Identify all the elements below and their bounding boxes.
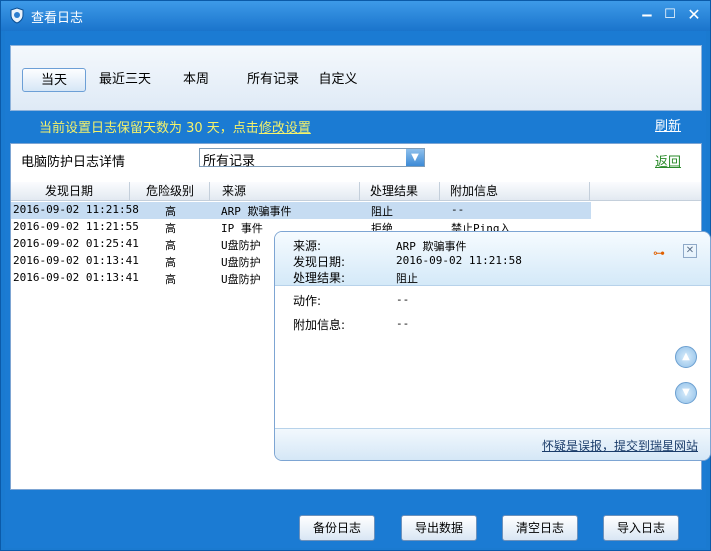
tab-this-week[interactable]: 本周 (171, 68, 221, 92)
import-log-button[interactable]: 导入日志 (603, 515, 679, 541)
pin-icon[interactable]: ⊶ (653, 246, 671, 260)
maximize-icon[interactable]: ☐ (660, 5, 680, 25)
source-cell: IP 事件 (221, 222, 263, 235)
date-cell: 2016-09-02 11:21:58 (13, 203, 139, 216)
clear-log-button[interactable]: 清空日志 (502, 515, 578, 541)
detail-date-label: 发现日期: (293, 255, 346, 269)
detail-date-value: 2016-09-02 11:21:58 (396, 254, 522, 267)
detail-action-value: -- (396, 293, 410, 306)
level-cell: 高 (165, 256, 176, 269)
source-cell: U盘防护 (221, 273, 261, 286)
date-cell: 2016-09-02 11:21:55 (13, 220, 139, 233)
log-detail-popup: 来源: ARP 欺骗事件 发现日期: 2016-09-02 11:21:58 处… (274, 231, 711, 461)
column-header[interactable]: 危险级别 (130, 182, 210, 201)
table-row[interactable]: 2016-09-02 11:21:58 高 ARP 欺骗事件 阻止 -- (11, 202, 591, 219)
date-cell: 2016-09-02 01:25:41 (13, 237, 139, 250)
detail-footer: 怀疑是误报，提交到瑞星网站 (275, 428, 710, 460)
detail-action-label: 动作: (293, 294, 322, 308)
column-header[interactable]: 发现日期 (11, 182, 130, 201)
level-cell: 高 (165, 273, 176, 286)
client-area: 当天 最近三天 本周 所有记录 自定义 当前设置日志保留天数为 30 天，点击修… (5, 31, 711, 548)
chevron-down-icon[interactable]: ▼ (406, 149, 424, 166)
detail-result-label: 处理结果: (293, 271, 346, 285)
tab-all-records[interactable]: 所有记录 (233, 68, 313, 92)
panel-title: 电脑防护日志详情 (21, 155, 126, 170)
back-link[interactable]: 返回 (655, 151, 681, 170)
detail-result-value: 阻止 (396, 272, 418, 285)
tab-today[interactable]: 当天 (22, 68, 86, 92)
detail-source-value: ARP 欺骗事件 (396, 240, 467, 253)
date-cell: 2016-09-02 01:13:41 (13, 254, 139, 267)
retention-notice-text: 当前设置日志保留天数为 30 天，点击 (39, 121, 259, 136)
source-cell: ARP 欺骗事件 (221, 205, 292, 218)
shield-icon (10, 7, 24, 24)
scroll-down-icon[interactable]: ▼ (675, 382, 697, 404)
result-cell: 阻止 (371, 205, 393, 218)
info-cell: -- (451, 203, 465, 216)
refresh-link[interactable]: 刷新 (655, 115, 681, 134)
window-title: 查看日志 (31, 11, 84, 26)
scroll-up-icon[interactable]: ▲ (675, 346, 697, 368)
log-viewer-window: 查看日志 ‒ ☐ ✕ 当天 最近三天 本周 所有记录 自定义 当前设置日志保留天… (0, 0, 711, 551)
date-filter-tabs: 当天 最近三天 本周 所有记录 自定义 (10, 45, 702, 111)
source-cell: U盘防护 (221, 256, 261, 269)
detail-extra-value: -- (396, 317, 410, 330)
column-header[interactable]: 来源 (210, 182, 360, 201)
minimize-icon[interactable]: ‒ (637, 5, 657, 25)
detail-header: 来源: ARP 欺骗事件 发现日期: 2016-09-02 11:21:58 处… (275, 232, 710, 286)
export-data-button[interactable]: 导出数据 (401, 515, 477, 541)
backup-log-button[interactable]: 备份日志 (299, 515, 375, 541)
record-filter-value: 所有记录 (203, 154, 256, 169)
tab-last-three-days[interactable]: 最近三天 (93, 68, 157, 92)
detail-extra-label: 附加信息: (293, 318, 346, 332)
column-header[interactable]: 附加信息 (440, 182, 590, 201)
column-header[interactable]: 处理结果 (360, 182, 440, 201)
title-bar: 查看日志 ‒ ☐ ✕ (1, 1, 710, 31)
modify-settings-link[interactable]: 修改设置 (259, 121, 311, 136)
close-icon[interactable]: ✕ (683, 244, 697, 258)
date-cell: 2016-09-02 01:13:41 (13, 271, 139, 284)
level-cell: 高 (165, 239, 176, 252)
report-false-positive-link[interactable]: 怀疑是误报，提交到瑞星网站 (542, 437, 698, 454)
detail-source-label: 来源: (293, 239, 322, 253)
level-cell: 高 (165, 205, 176, 218)
source-cell: U盘防护 (221, 239, 261, 252)
table-header: 发现日期 危险级别 来源 处理结果 附加信息 (11, 182, 701, 201)
level-cell: 高 (165, 222, 176, 235)
close-icon[interactable]: ✕ (684, 5, 704, 25)
record-filter-select[interactable]: 所有记录 ▼ (199, 148, 425, 169)
retention-notice-row: 当前设置日志保留天数为 30 天，点击修改设置 刷新 (5, 113, 706, 137)
retention-notice: 当前设置日志保留天数为 30 天，点击修改设置 (39, 117, 311, 136)
tab-custom[interactable]: 自定义 (313, 68, 363, 92)
